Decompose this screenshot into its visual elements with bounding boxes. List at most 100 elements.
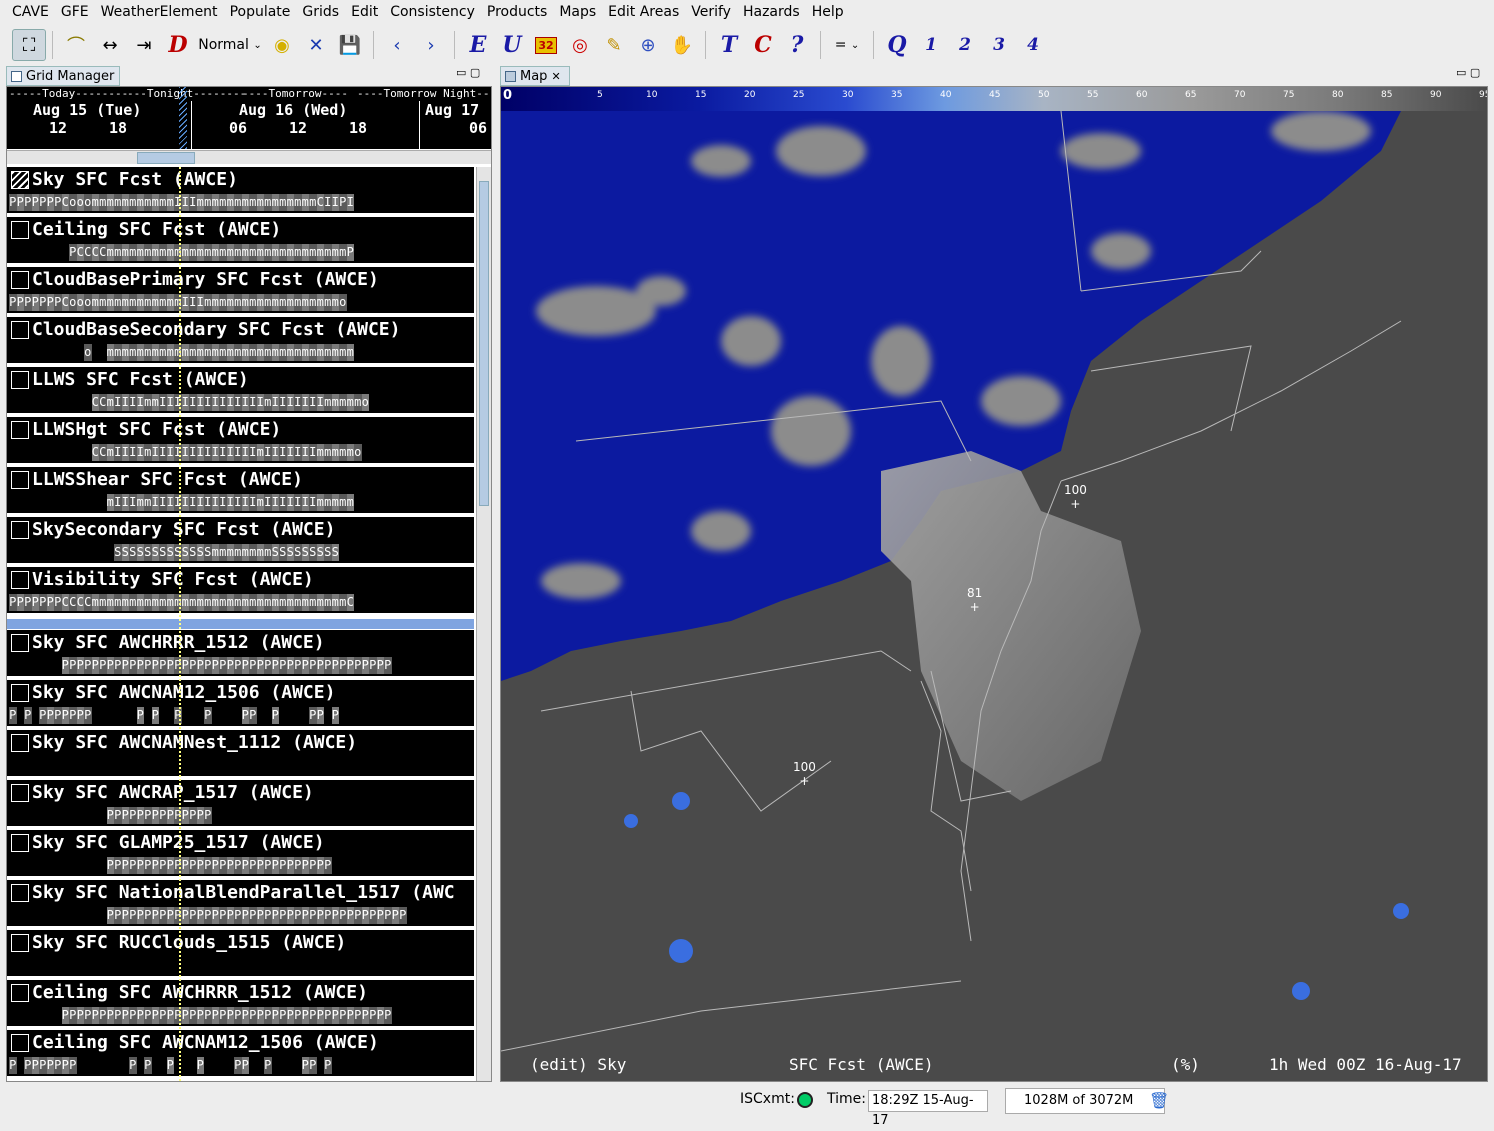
delta-dropdown[interactable]: = ⌄ xyxy=(827,29,867,61)
scrollbar-thumb[interactable] xyxy=(479,181,489,506)
grid-row-checkbox[interactable] xyxy=(11,684,29,702)
grid-row[interactable]: Ceiling SFC AWCNAM12_1506 (AWCE) P PPPPPP… xyxy=(7,1030,474,1078)
grid-row[interactable]: Sky SFC NationalBlendParallel_1517 (AWC … xyxy=(7,880,474,928)
grid-row[interactable]: CloudBaseSecondary SFC Fcst (AWCE) o mmm… xyxy=(7,317,474,365)
grid-row-checkbox[interactable] xyxy=(11,834,29,852)
delta-d-icon[interactable]: D xyxy=(161,29,195,61)
menu-item-maps[interactable]: Maps xyxy=(553,0,602,24)
save-icon[interactable]: 💾 xyxy=(333,29,367,61)
grid-row-cells[interactable]: PCCCCmmmmmmmmmmmmmmmmmmmmmmmmmmmmmmmmP xyxy=(9,244,354,261)
grid-row-checkbox[interactable] xyxy=(11,371,29,389)
minimize-icon[interactable]: ▭ xyxy=(456,66,466,79)
grid-row[interactable]: LLWSHgt SFC Fcst (AWCE) CCmIIIImIIIIIIII… xyxy=(7,417,474,465)
menu-item-edit[interactable]: Edit xyxy=(345,0,384,24)
grid-row-checkbox[interactable] xyxy=(11,321,29,339)
trash-icon[interactable]: 🗑 xyxy=(1149,1091,1169,1110)
grid-row[interactable]: Sky SFC GLAMP25_1517 (AWCE) PPPPPPPPPPPP… xyxy=(7,830,474,878)
grid-row-cells[interactable]: P P PPPPPPP P P P P PP P PP P xyxy=(9,707,339,724)
grid-row[interactable]: LLWS SFC Fcst (AWCE) CCmIIIImmIIIIIIIIII… xyxy=(7,367,474,415)
menu-item-weatherelement[interactable]: WeatherElement xyxy=(95,0,224,24)
grid-row[interactable]: LLWSShear SFC Fcst (AWCE) mIIImmIIIIIIII… xyxy=(7,467,474,515)
grid-row-checkbox[interactable] xyxy=(11,734,29,752)
grid-row-checkbox[interactable] xyxy=(11,421,29,439)
map-tool-icon[interactable]: ✕ xyxy=(299,29,333,61)
edit-mode-dropdown[interactable]: Normal ⌄ xyxy=(195,29,265,61)
maximize-icon[interactable]: ▢ xyxy=(470,66,480,79)
grid-row-checkbox[interactable] xyxy=(11,634,29,652)
grid-row-cells[interactable]: PPPPPPPCooommmmmmmmmmmIIImmmmmmmmmmmmmmm… xyxy=(9,194,354,211)
eye-icon[interactable]: ◉ xyxy=(265,29,299,61)
grid-row-checkbox[interactable] xyxy=(11,884,29,902)
menu-item-hazards[interactable]: Hazards xyxy=(737,0,806,24)
grid-row-cells[interactable]: PPPPPPPPPPPPPPPPPPPPPPPPPPPPPP xyxy=(9,857,332,874)
tab-grid-manager[interactable]: Grid Manager xyxy=(6,66,120,86)
grid-row-cells[interactable]: mIIImmIIIIIIIIIIIIIImIIIIIIImmmmm xyxy=(9,494,354,511)
expand-arrows-icon[interactable]: ↔ xyxy=(93,29,127,61)
grid-32-badge[interactable]: 32 xyxy=(529,29,563,61)
map-panel[interactable]: 0 5 10 15 20 25 30 35 40 45 50 55 60 65 70 75 80 85 90 95 xyxy=(500,86,1488,1082)
grid-row-checkbox[interactable] xyxy=(11,1034,29,1052)
quality-q-button[interactable]: Q xyxy=(880,29,914,61)
scrollbar-thumb[interactable] xyxy=(137,152,195,164)
hand-icon[interactable]: ✋ xyxy=(665,29,699,61)
dual-tool-icon[interactable]: ⊕ xyxy=(631,29,665,61)
step-back-icon[interactable]: ‹ xyxy=(380,29,414,61)
menu-item-gfe[interactable]: GFE xyxy=(55,0,95,24)
grid-row-cells[interactable]: PPPPPPPCooommmmmmmmmmmmIIImmmmmmmmmmmmmm… xyxy=(9,294,347,311)
isc-status-icon[interactable] xyxy=(797,1092,813,1108)
grid-row[interactable]: Ceiling SFC AWCHRRR_1512 (AWCE) PPPPPPPP… xyxy=(7,980,474,1028)
close-icon[interactable]: ✕ xyxy=(551,70,560,83)
grid-row-checkbox[interactable] xyxy=(11,784,29,802)
grid-row-cells[interactable]: PPPPPPPCCCCmmmmmmmmmmmmmmmmmmmmmmmmmmmmm… xyxy=(9,594,354,611)
maximize-icon[interactable]: ▢ xyxy=(1470,66,1480,79)
preset-2-button[interactable]: 2 xyxy=(948,29,982,61)
grid-row[interactable]: Sky SFC AWCRAP_1517 (AWCE) PPPPPPPPPPPPP… xyxy=(7,780,474,828)
fullscreen-icon[interactable]: ⛶ xyxy=(12,29,46,61)
grid-row-checkbox[interactable] xyxy=(11,171,29,189)
grid-row-cells[interactable]: CCmIIIImmIIIIIIIIIIIIIImIIIIIIImmmmmo xyxy=(9,394,369,411)
timeline-scrollbar[interactable] xyxy=(7,150,491,164)
menu-item-edit-areas[interactable]: Edit Areas xyxy=(602,0,685,24)
menu-item-products[interactable]: Products xyxy=(481,0,553,24)
menu-item-consistency[interactable]: Consistency xyxy=(384,0,481,24)
grid-row-cells[interactable]: o mmmmmmmmmmmmmmmmmmmmmmmmmmmmmmmmm xyxy=(9,344,354,361)
grid-row[interactable]: CloudBasePrimary SFC Fcst (AWCE) PPPPPPPC… xyxy=(7,267,474,315)
grid-row[interactable]: Sky SFC RUCClouds_1515 (AWCE) xyxy=(7,930,474,978)
tool-u-button[interactable]: U xyxy=(495,29,529,61)
help-question-button[interactable]: ? xyxy=(780,29,814,61)
step-forward-icon[interactable]: › xyxy=(414,29,448,61)
grid-row[interactable]: SkySecondary SFC Fcst (AWCE) SSSSSSSSSSS… xyxy=(7,517,474,565)
menu-item-grids[interactable]: Grids xyxy=(296,0,345,24)
time-field[interactable]: 18:29Z 15-Aug-17 xyxy=(868,1090,988,1128)
menu-item-verify[interactable]: Verify xyxy=(685,0,737,24)
grid-row-cells[interactable]: CCmIIIImIIIIIIIIIIIIIImIIIIIIImmmmmo xyxy=(9,444,362,461)
minimize-icon[interactable]: ▭ xyxy=(1456,66,1466,79)
tab-map[interactable]: Map ✕ xyxy=(500,66,570,86)
grid-row-checkbox[interactable] xyxy=(11,521,29,539)
grid-row[interactable]: Sky SFC AWCNAM12_1506 (AWCE) P P PPPPPPP … xyxy=(7,680,474,728)
map-canvas[interactable] xyxy=(501,111,1487,1081)
grid-row[interactable]: Visibility SFC Fcst (AWCE) PPPPPPPCCCCmmm… xyxy=(7,567,474,615)
grid-row[interactable]: Ceiling SFC Fcst (AWCE) PCCCCmmmmmmmmmmm… xyxy=(7,217,474,265)
target-icon[interactable]: ◎ xyxy=(563,29,597,61)
color-bar[interactable]: 0 5 10 15 20 25 30 35 40 45 50 55 60 65 70 75 80 85 90 95 xyxy=(501,87,1487,111)
grid-row-cells[interactable]: PPPPPPPPPPPPPPPPPPPPPPPPPPPPPPPPPPPPPPPP… xyxy=(9,1007,392,1024)
grid-row-cells[interactable]: P PPPPPPP P P P P PP P PP P xyxy=(9,1057,332,1074)
tool-e-button[interactable]: E xyxy=(461,29,495,61)
grid-row[interactable]: Sky SFC Fcst (AWCE) PPPPPPPCooommmmmmmmmm… xyxy=(7,167,474,215)
menu-item-help[interactable]: Help xyxy=(806,0,850,24)
grid-row-checkbox[interactable] xyxy=(11,221,29,239)
grid-list-scrollbar[interactable] xyxy=(476,167,491,1081)
timeline[interactable]: -----Today-------- ---Tonight-------- --… xyxy=(7,87,491,149)
grid-row[interactable]: Sky SFC AWCHRRR_1512 (AWCE) PPPPPPPPPPPP… xyxy=(7,630,474,678)
grid-row-cells[interactable]: PPPPPPPPPPPPPP xyxy=(9,807,212,824)
preset-4-button[interactable]: 4 xyxy=(1016,29,1050,61)
preset-3-button[interactable]: 3 xyxy=(982,29,1016,61)
grid-row-cells[interactable]: SSSSSSSSSSSSSmmmmmmmmSSSSSSSSS xyxy=(9,544,339,561)
grid-row[interactable]: Sky SFC AWCNAMNest_1112 (AWCE) xyxy=(7,730,474,778)
tool-t-button[interactable]: T xyxy=(712,29,746,61)
grid-row-checkbox[interactable] xyxy=(11,934,29,952)
grid-row-checkbox[interactable] xyxy=(11,471,29,489)
contract-arrows-icon[interactable]: ⇥ xyxy=(127,29,161,61)
grid-row-cells[interactable]: PPPPPPPPPPPPPPPPPPPPPPPPPPPPPPPPPPPPPPPP… xyxy=(9,657,392,674)
